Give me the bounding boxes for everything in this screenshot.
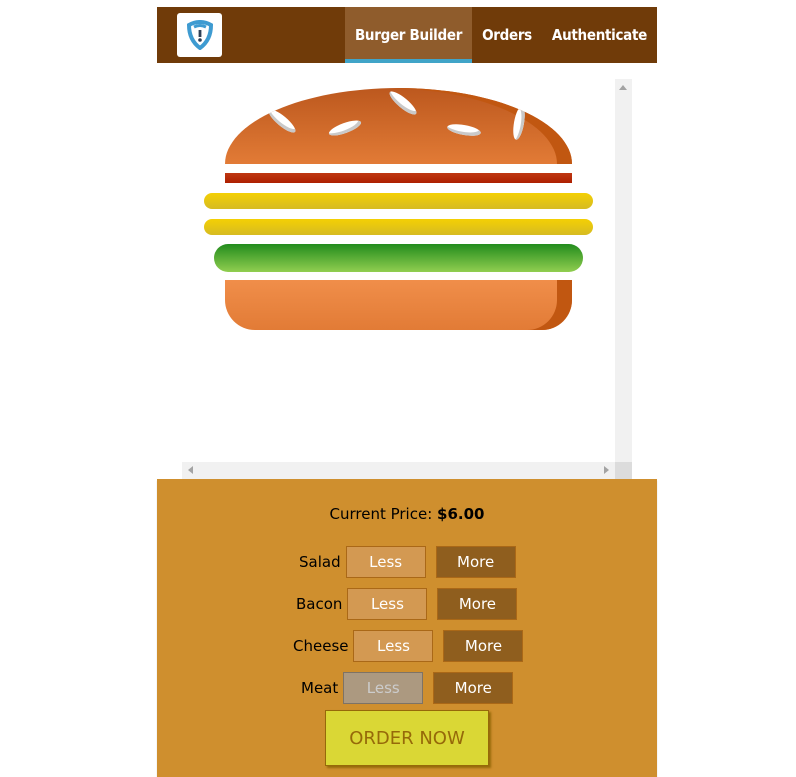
scroll-up-icon[interactable] [619, 85, 627, 90]
salad [214, 244, 583, 272]
logo[interactable] [177, 13, 222, 57]
burger-app: Burger Builder Orders Authenticate Curre… [157, 7, 657, 777]
seed [446, 122, 482, 138]
price-value: $6.00 [437, 505, 485, 523]
seed [327, 117, 363, 139]
scroll-right-icon[interactable] [604, 466, 609, 474]
seed [265, 106, 299, 136]
burger-preview [182, 79, 632, 479]
less-salad-button[interactable]: Less [345, 546, 426, 578]
build-controls: Current Price: $6.00 Salad Less More Bac… [157, 479, 657, 777]
shield-logo-icon [186, 20, 213, 50]
control-row-bacon: Bacon Less More [296, 588, 518, 620]
less-bacon-button[interactable]: Less [347, 588, 428, 620]
bread-top [225, 88, 572, 164]
bread-bottom [225, 280, 572, 330]
horizontal-scrollbar[interactable] [182, 462, 615, 479]
control-label: Cheese [293, 637, 349, 655]
control-label: Salad [299, 553, 341, 571]
less-meat-button[interactable]: Less [343, 672, 424, 704]
more-cheese-button[interactable]: More [443, 630, 524, 662]
scroll-left-icon[interactable] [188, 466, 193, 474]
toolbar: Burger Builder Orders Authenticate [157, 7, 657, 63]
more-meat-button[interactable]: More [433, 672, 514, 704]
order-now-button[interactable]: ORDER NOW [325, 710, 489, 766]
price-label: Current Price: [329, 505, 433, 523]
cheese [204, 193, 593, 209]
less-cheese-button[interactable]: Less [353, 630, 434, 662]
control-row-meat: Meat Less More [301, 672, 514, 704]
scrollbar-corner [615, 462, 632, 479]
current-price: Current Price: $6.00 [157, 505, 657, 523]
control-row-salad: Salad Less More [299, 546, 516, 578]
cheese [204, 219, 593, 235]
control-label: Bacon [296, 595, 343, 613]
nav-item-orders[interactable]: Orders [472, 7, 542, 63]
control-label: Meat [301, 679, 339, 697]
nav-item-burger-builder[interactable]: Burger Builder [344, 7, 473, 63]
nav-items: Burger Builder Orders Authenticate [344, 7, 657, 63]
more-salad-button[interactable]: More [435, 546, 516, 578]
control-row-cheese: Cheese Less More [293, 630, 524, 662]
vertical-scrollbar[interactable] [615, 79, 632, 479]
seed [386, 88, 420, 118]
nav-item-authenticate[interactable]: Authenticate [542, 7, 657, 63]
bacon [225, 173, 572, 183]
more-bacon-button[interactable]: More [437, 588, 518, 620]
seed [511, 105, 527, 141]
